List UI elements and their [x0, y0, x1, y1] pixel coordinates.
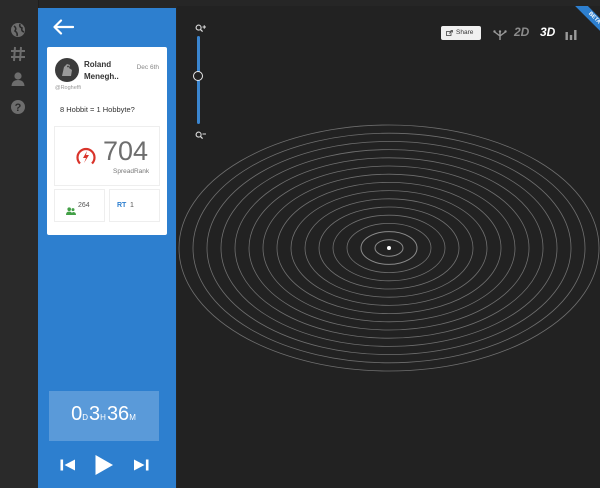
tweet-card: Roland Menegh.. Dec 6th @Rogheffi 8 Hobb…: [47, 47, 167, 235]
timer-minutes-unit: M: [129, 413, 136, 422]
globe-icon[interactable]: [10, 22, 26, 38]
tweet-text: 8 Hobbit = 1 Hobbyte?: [60, 105, 135, 114]
view-3d-button[interactable]: 3D: [540, 25, 555, 39]
timer-hours: 3: [89, 403, 101, 425]
zoom-slider-handle[interactable]: [193, 70, 203, 81]
followers-count: 264: [78, 202, 90, 209]
play-icon[interactable]: [94, 454, 114, 481]
spreadrank-box: 704 SpreadRank: [54, 126, 160, 186]
propagation-rings: [178, 124, 600, 372]
share-button[interactable]: Share: [441, 26, 481, 40]
help-icon[interactable]: ?: [10, 99, 26, 115]
svg-text:?: ?: [15, 102, 22, 114]
tweet-handle[interactable]: @Rogheffi: [55, 85, 81, 91]
share-label: Share: [456, 29, 474, 36]
beta-label: BETA: [575, 6, 600, 36]
followers-icon: [66, 202, 76, 215]
followers-stat[interactable]: 264: [54, 189, 105, 222]
skip-back-icon[interactable]: [59, 457, 77, 478]
skip-forward-icon[interactable]: [132, 457, 150, 478]
origin-node[interactable]: [387, 246, 391, 250]
arrow-left-icon[interactable]: [52, 19, 75, 35]
retweets-stat[interactable]: RT 1: [109, 189, 160, 222]
timer-hours-unit: H: [100, 413, 106, 422]
elapsed-timer: 0D3H36M: [49, 391, 159, 441]
tweet-author[interactable]: Roland Menegh..: [84, 59, 142, 83]
zoom-out-icon[interactable]: [195, 128, 207, 140]
share-icon: [446, 30, 453, 36]
retweets-label: RT: [117, 202, 127, 209]
view-2d-button[interactable]: 2D: [514, 25, 529, 39]
spreadrank-gauge-icon: [74, 145, 98, 169]
spread-visualization[interactable]: Share 2D 3D BETA: [177, 6, 600, 488]
left-rail: ?: [0, 0, 39, 488]
hashtag-icon[interactable]: [10, 46, 26, 62]
tweet-panel: Roland Menegh.. Dec 6th @Rogheffi 8 Hobb…: [38, 8, 176, 488]
zoom-in-icon[interactable]: [195, 21, 207, 33]
spreadrank-value: 704: [103, 136, 149, 166]
spreadrank-label: SpreadRank: [113, 168, 150, 175]
avatar[interactable]: [55, 58, 79, 82]
user-icon[interactable]: [10, 71, 26, 87]
beta-badge: BETA: [570, 6, 600, 36]
timer-days: 0: [71, 403, 83, 425]
timer-days-unit: D: [82, 413, 89, 422]
network-view-icon[interactable]: [493, 28, 507, 46]
timer-minutes: 36: [106, 403, 130, 425]
retweets-count: 1: [130, 202, 134, 209]
tweet-date: Dec 6th: [136, 64, 159, 71]
